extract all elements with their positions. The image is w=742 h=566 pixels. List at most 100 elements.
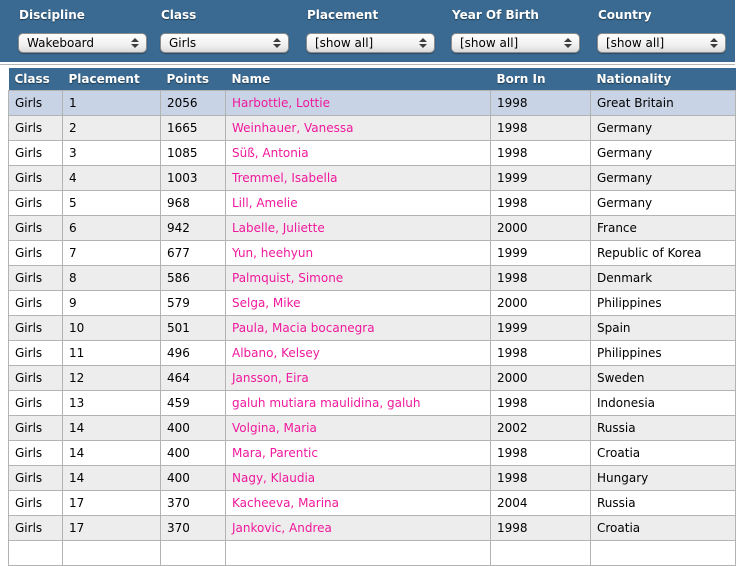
table-row: Girls 7 677 Yun, heehyun 1999 Republic of Kor… — [8, 240, 736, 266]
cell-nationality — [590, 540, 736, 566]
cell-born-in: 1998 — [490, 265, 591, 291]
results-table-body: Girls 1 2056 Harbottle, Lottie 1998 Great Bri… — [8, 90, 736, 566]
filter-label-country: Country — [598, 8, 652, 22]
competitor-name-link[interactable]: Selga, Mike — [232, 296, 301, 310]
cell-points: 677 — [160, 240, 226, 266]
cell-nationality: Indonesia — [590, 390, 736, 416]
cell-nationality: Republic of Korea — [590, 240, 736, 266]
competitor-name-link[interactable]: Süß, Antonia — [232, 146, 309, 160]
cell-placement: 14 — [62, 465, 161, 491]
cell-class: Girls — [8, 190, 63, 216]
cell-born-in: 1999 — [490, 315, 591, 341]
cell-points: 579 — [160, 290, 226, 316]
cell-class: Girls — [8, 140, 63, 166]
competitor-name-link[interactable]: Palmquist, Simone — [232, 271, 343, 285]
cell-class: Girls — [8, 365, 63, 391]
cell-born-in: 1998 — [490, 440, 591, 466]
cell-name: Lill, Amelie — [225, 190, 491, 216]
filter-bar: Discipline Wakeboard Class Girls Placeme… — [0, 0, 735, 62]
cell-born-in: 2000 — [490, 215, 591, 241]
cell-name: Selga, Mike — [225, 290, 491, 316]
cell-placement: 17 — [62, 490, 161, 516]
competitor-name-link[interactable]: Volgina, Maria — [232, 421, 317, 435]
competitor-name-link[interactable]: Kacheeva, Marina — [232, 496, 339, 510]
table-row: Girls 4 1003 Tremmel, Isabella 1999 Germany — [8, 165, 736, 191]
cell-placement: 10 — [62, 315, 161, 341]
cell-points: 2056 — [160, 90, 226, 116]
competitor-name-link[interactable]: Albano, Kelsey — [232, 346, 320, 360]
year-of-birth-select[interactable]: [show all] — [451, 33, 580, 53]
cell-name: Labelle, Juliette — [225, 215, 491, 241]
competitor-name-link[interactable]: Labelle, Juliette — [232, 221, 325, 235]
cell-nationality: France — [590, 215, 736, 241]
competitor-name-link[interactable]: Paula, Macia bocanegra — [232, 321, 375, 335]
table-row: Girls 17 370 Kacheeva, Marina 2004 Russia — [8, 490, 736, 516]
cell-class: Girls — [8, 515, 63, 541]
cell-placement: 5 — [62, 190, 161, 216]
results-table: Class Placement Points Name Born In Nati… — [8, 68, 736, 566]
cell-name: Yun, heehyun — [225, 240, 491, 266]
competitor-name-link[interactable]: Nagy, Klaudia — [232, 471, 315, 485]
column-header-points: Points — [160, 68, 226, 91]
cell-class: Girls — [8, 115, 63, 141]
cell-class: Girls — [8, 440, 63, 466]
competitor-name-link[interactable]: Mara, Parentic — [232, 446, 318, 460]
cell-points: 370 — [160, 490, 226, 516]
filter-label-placement: Placement — [307, 8, 379, 22]
cell-placement: 8 — [62, 265, 161, 291]
column-header-class: Class — [8, 68, 63, 91]
cell-name: Jankovic, Andrea — [225, 515, 491, 541]
cell-placement: 17 — [62, 515, 161, 541]
cell-points: 1085 — [160, 140, 226, 166]
table-row: Girls 12 464 Jansson, Eira 2000 Sweden — [8, 365, 736, 391]
class-select[interactable]: Girls — [160, 33, 289, 53]
cell-name: Weinhauer, Vanessa — [225, 115, 491, 141]
competitor-name-link[interactable]: Harbottle, Lottie — [232, 96, 330, 110]
cell-born-in: 2002 — [490, 415, 591, 441]
cell-born-in: 2000 — [490, 365, 591, 391]
cell-born-in: 1999 — [490, 240, 591, 266]
placement-select[interactable]: [show all] — [306, 33, 435, 53]
cell-name: Jansson, Eira — [225, 365, 491, 391]
cell-points: 496 — [160, 340, 226, 366]
cell-class: Girls — [8, 465, 63, 491]
filter-label-discipline: Discipline — [19, 8, 85, 22]
cell-class: Girls — [8, 490, 63, 516]
competitor-name-link[interactable]: Jansson, Eira — [232, 371, 309, 385]
competitor-name-link[interactable]: Lill, Amelie — [232, 196, 298, 210]
cell-points: 400 — [160, 415, 226, 441]
cell-born-in: 1998 — [490, 115, 591, 141]
competitor-name-link[interactable]: Yun, heehyun — [232, 246, 313, 260]
cell-born-in: 2000 — [490, 290, 591, 316]
cell-nationality: Germany — [590, 115, 736, 141]
cell-placement: 6 — [62, 215, 161, 241]
discipline-select-value: Wakeboard — [27, 36, 95, 50]
year-of-birth-select-value: [show all] — [460, 36, 519, 50]
competitor-name-link[interactable]: Weinhauer, Vanessa — [232, 121, 353, 135]
country-select-value: [show all] — [606, 36, 665, 50]
cell-class: Girls — [8, 315, 63, 341]
cell-nationality: Russia — [590, 415, 736, 441]
cell-born-in: 2004 — [490, 490, 591, 516]
table-row: Girls 14 400 Nagy, Klaudia 1998 Hungary — [8, 465, 736, 491]
competitor-name-link[interactable]: Jankovic, Andrea — [232, 521, 332, 535]
cell-placement: 9 — [62, 290, 161, 316]
cell-class: Girls — [8, 265, 63, 291]
competitor-name-link[interactable]: galuh mutiara maulidina, galuh — [232, 396, 421, 410]
table-row: Girls 6 942 Labelle, Juliette 2000 France — [8, 215, 736, 241]
column-header-name: Name — [225, 68, 491, 91]
country-select[interactable]: [show all] — [597, 33, 726, 53]
cell-name: Palmquist, Simone — [225, 265, 491, 291]
select-arrows-icon — [564, 38, 572, 48]
table-row: Girls 8 586 Palmquist, Simone 1998 Denmark — [8, 265, 736, 291]
discipline-select[interactable]: Wakeboard — [18, 33, 147, 53]
cell-nationality: Philippines — [590, 290, 736, 316]
cell-class: Girls — [8, 165, 63, 191]
cell-name: galuh mutiara maulidina, galuh — [225, 390, 491, 416]
competitor-name-link[interactable]: Tremmel, Isabella — [232, 171, 338, 185]
cell-class: Girls — [8, 240, 63, 266]
table-row: Girls 14 400 Volgina, Maria 2002 Russia — [8, 415, 736, 441]
cell-born-in: 1998 — [490, 515, 591, 541]
cell-nationality: Sweden — [590, 365, 736, 391]
cell-name: Kacheeva, Marina — [225, 490, 491, 516]
